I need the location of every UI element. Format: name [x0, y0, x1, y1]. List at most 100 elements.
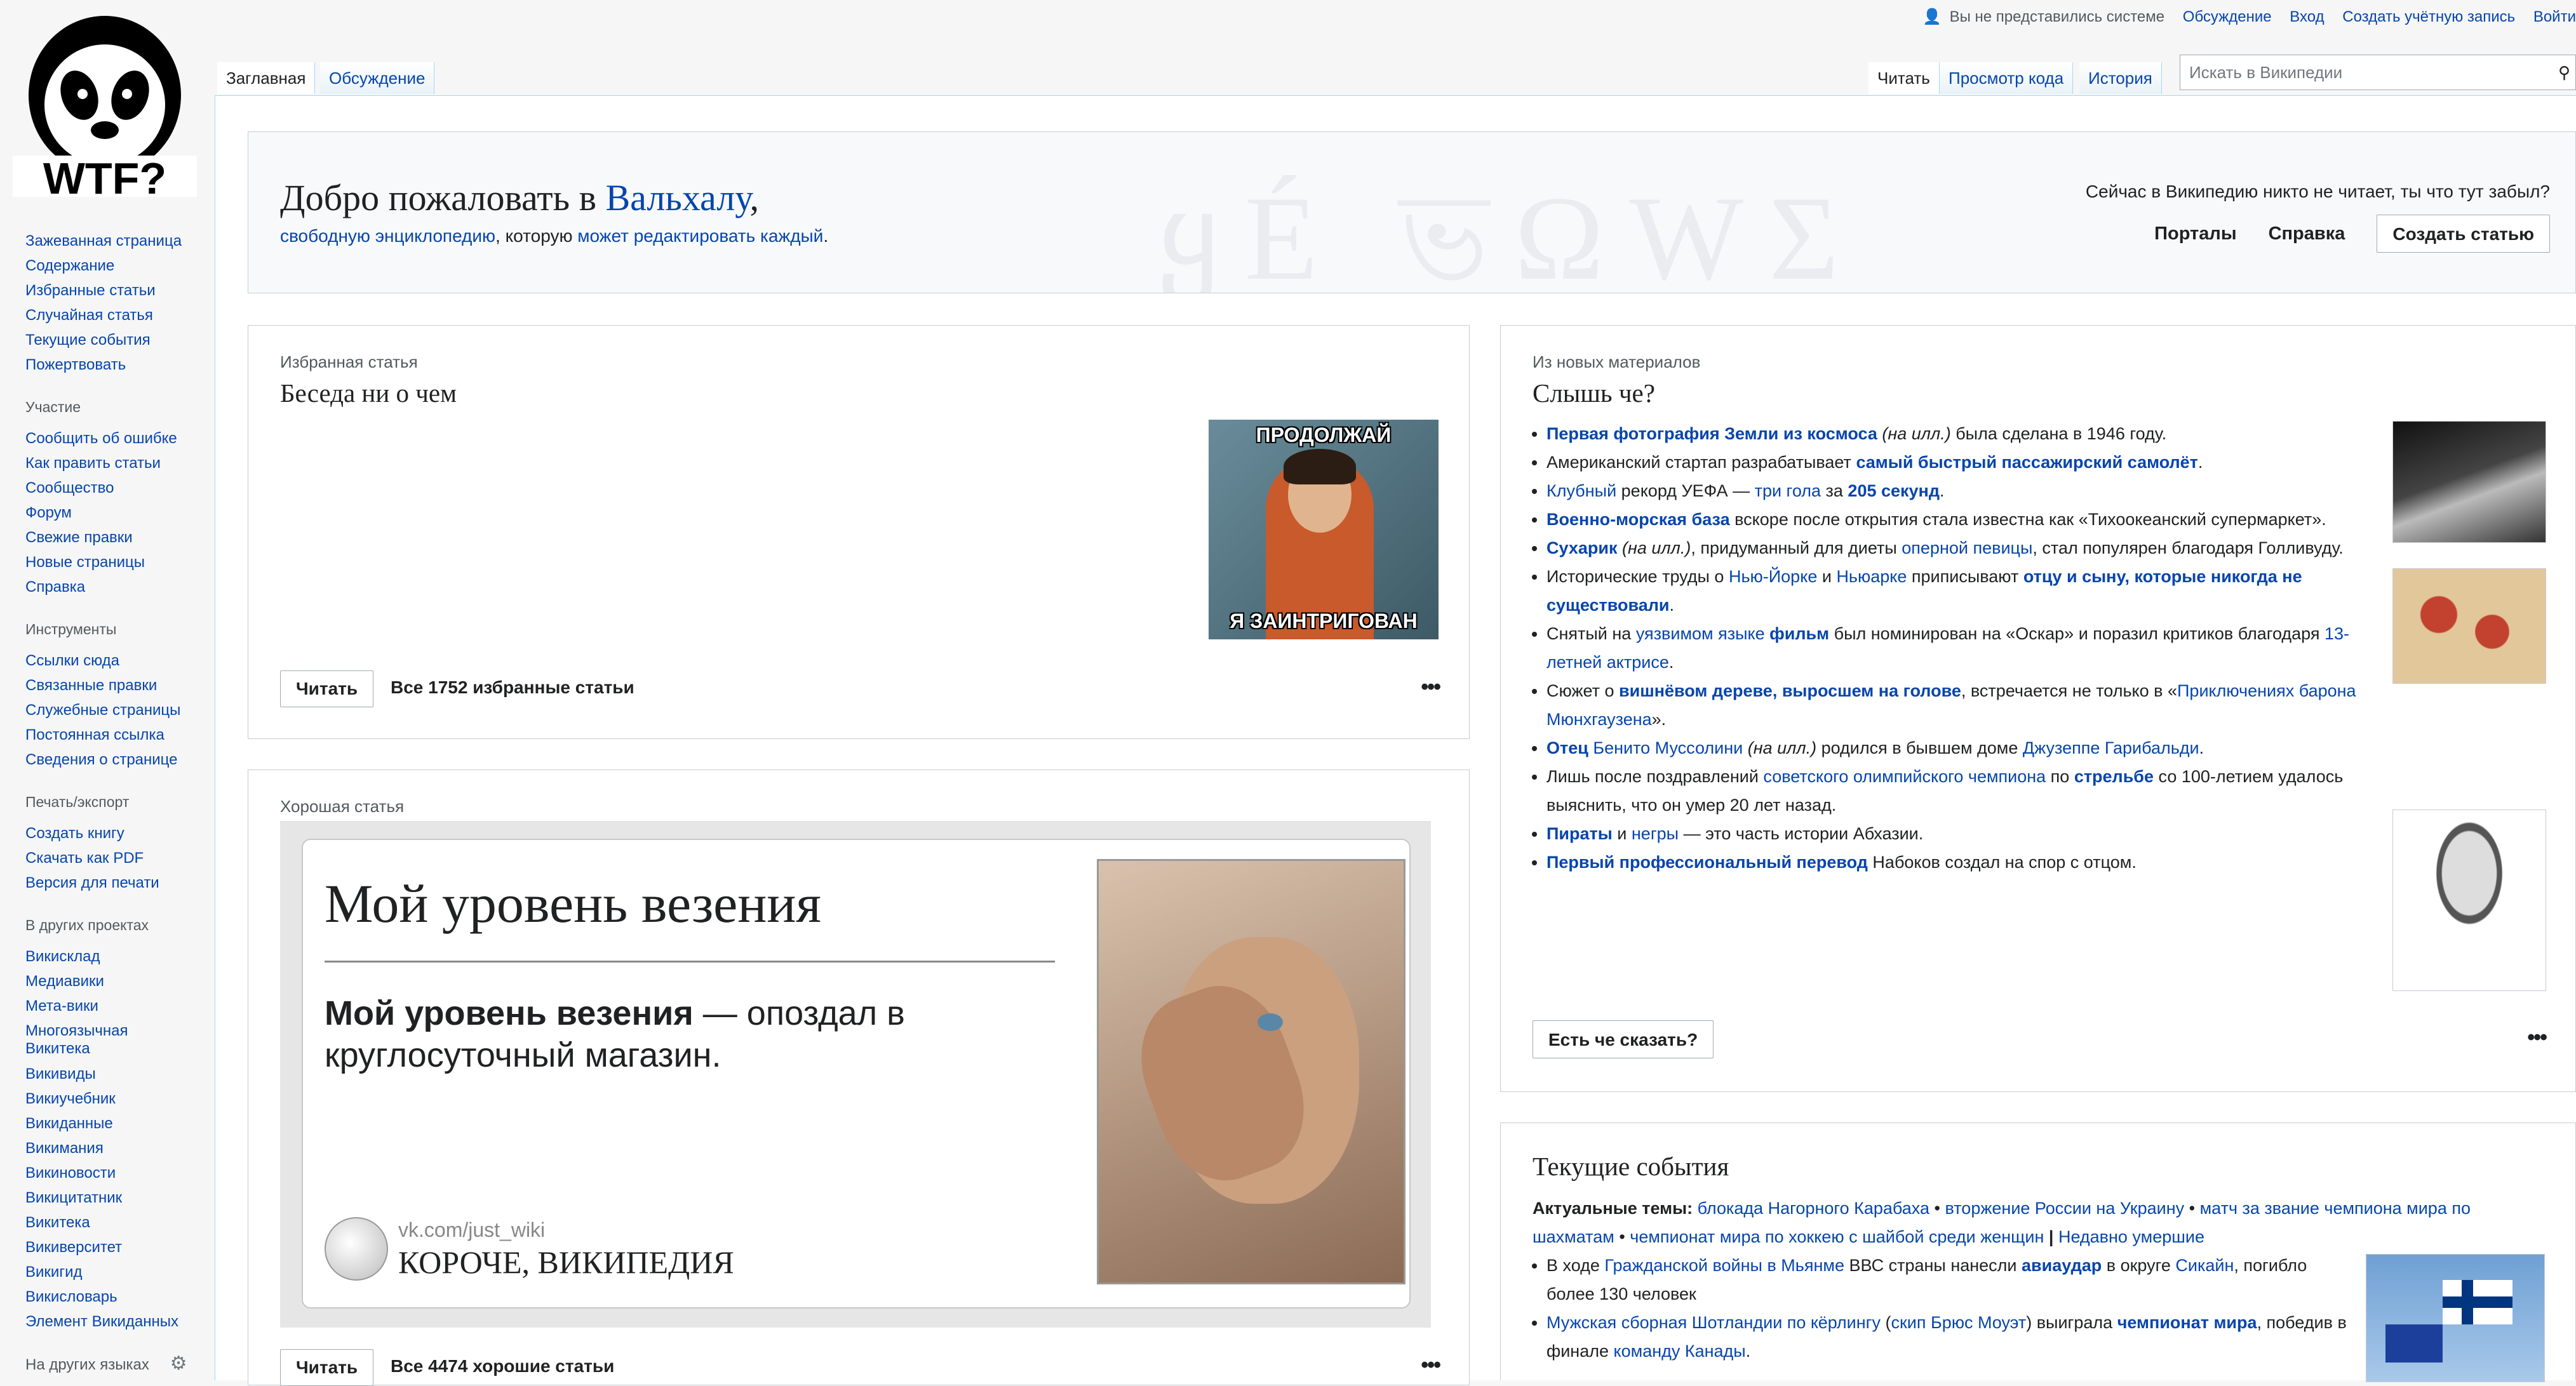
featured-more-icon[interactable]: ••• — [1421, 675, 1441, 700]
inline-link-bold[interactable]: фильм — [1769, 624, 1829, 643]
welcome-link[interactable]: Вальхалу — [605, 177, 749, 218]
inline-link-bold[interactable]: чемпионат мира — [2117, 1313, 2257, 1332]
good-article-meme-card[interactable]: Мой уровень везения Мой уровень везения … — [280, 821, 1431, 1328]
sidebar-item-wikiversity[interactable]: Викиверситет — [25, 1235, 210, 1260]
sidebar-item-main-page[interactable]: Зажеванная страница — [25, 229, 210, 253]
sidebar-item-wiktionary[interactable]: Викисловарь — [25, 1284, 210, 1309]
inline-link[interactable]: негры — [1632, 824, 1679, 843]
inline-link[interactable]: Гражданской войны в Мьянме — [1604, 1256, 1844, 1275]
inline-link[interactable]: уязвимом языке — [1636, 624, 1765, 643]
login-link[interactable]: Вход — [2290, 8, 2324, 25]
inline-link[interactable]: Джузеппе Гарибальди — [2023, 738, 2199, 757]
inline-link[interactable]: советского олимпийского чемпиона — [1763, 767, 2046, 786]
good-read-button[interactable]: Читать — [280, 1349, 374, 1386]
flags-photo[interactable] — [2366, 1254, 2545, 1382]
earth-from-space-photo[interactable] — [2392, 421, 2546, 543]
topic-karabakh[interactable]: блокада Нагорного Карабаха — [1698, 1199, 1929, 1218]
sidebar-item-wikidata-item[interactable]: Элемент Викиданных — [25, 1309, 210, 1334]
inline-link[interactable]: Клубный — [1546, 481, 1616, 500]
sidebar-item-permalink[interactable]: Постоянная ссылка — [25, 723, 210, 747]
sidebar-item-page-info[interactable]: Сведения о странице — [25, 747, 210, 772]
featured-all-link[interactable]: Все 1752 избранные статьи — [391, 677, 634, 698]
topic-ukraine[interactable]: вторжение России на Украину — [1945, 1199, 2184, 1218]
sidebar-item-recent-changes[interactable]: Свежие правки — [25, 525, 210, 550]
login-link-2[interactable]: Войти — [2533, 8, 2576, 25]
cake-photo[interactable] — [2392, 568, 2546, 684]
my-talk-link[interactable]: Обсуждение — [2183, 8, 2272, 25]
sidebar-item-how-to-edit[interactable]: Как править статьи — [25, 451, 210, 476]
tab-read[interactable]: Читать — [1868, 62, 1940, 94]
sidebar-item-donate[interactable]: Пожертвовать — [25, 352, 210, 377]
search-input[interactable]: Искать в Википедии ⚲ — [2180, 55, 2576, 90]
create-account-link[interactable]: Создать учётную запись — [2342, 8, 2515, 25]
inline-link-bold[interactable]: Первая фотография Земли из космоса — [1546, 424, 1877, 443]
topic-hockey[interactable]: чемпионат мира по хоккею с шайбой среди … — [1630, 1227, 2044, 1246]
dyk-suggest-button[interactable]: Есть че сказать? — [1533, 1020, 1714, 1058]
tab-talk[interactable]: Обсуждение — [320, 62, 435, 94]
sidebar-item-download-pdf[interactable]: Скачать как PDF — [25, 846, 210, 870]
featured-title[interactable]: Беседа ни о чем — [280, 378, 457, 408]
tab-history[interactable]: История — [2079, 62, 2162, 94]
sidebar-item-wikisource[interactable]: Викитека — [25, 1210, 210, 1235]
sidebar-item-meta[interactable]: Мета-вики — [25, 994, 210, 1018]
sidebar-item-help[interactable]: Справка — [25, 575, 210, 599]
inline-link[interactable]: Ньюарке — [1836, 567, 1907, 586]
tab-main-page[interactable]: Заглавная — [217, 62, 316, 94]
inline-link-bold[interactable]: Первый профессиональный перевод — [1546, 853, 1868, 872]
sidebar-item-current-events[interactable]: Текущие события — [25, 328, 210, 352]
good-all-link[interactable]: Все 4474 хорошие статьи — [391, 1356, 614, 1376]
sidebar-item-wikimania[interactable]: Викимания — [25, 1136, 210, 1161]
inline-link-bold[interactable]: Военно-морская база — [1546, 510, 1730, 529]
sidebar-item-forum[interactable]: Форум — [25, 500, 210, 525]
sidebar-item-wikiquote[interactable]: Викицитатник — [25, 1185, 210, 1210]
sidebar-item-printable[interactable]: Версия для печати — [25, 870, 210, 895]
inline-link[interactable]: Нью-Йорке — [1729, 567, 1817, 586]
inline-link-bold[interactable]: 205 секунд — [1848, 481, 1940, 500]
sidebar-item-wikispecies[interactable]: Викивиды — [25, 1062, 210, 1086]
inline-link[interactable]: команду Канады — [1614, 1342, 1746, 1361]
sidebar-item-related-changes[interactable]: Связанные правки — [25, 673, 210, 698]
tab-view-source[interactable]: Просмотр кода — [1940, 62, 2074, 94]
good-more-icon[interactable]: ••• — [1421, 1353, 1441, 1378]
sidebar-item-random[interactable]: Случайная статья — [25, 303, 210, 328]
portals-link[interactable]: Порталы — [2154, 223, 2236, 244]
inline-link[interactable]: оперной певицы — [1902, 538, 2032, 557]
inline-link[interactable]: три гола — [1755, 481, 1821, 500]
sidebar-item-multilingual-wikisource[interactable]: Многоязычная Викитека — [25, 1018, 152, 1062]
inline-link[interactable]: Мужская сборная Шотландии по кёрлингу — [1546, 1313, 1881, 1332]
sidebar-item-new-pages[interactable]: Новые страницы — [25, 550, 210, 575]
sidebar-item-community[interactable]: Сообщество — [25, 476, 210, 500]
inline-link-bold[interactable]: Сухарик — [1546, 538, 1617, 557]
free-encyclopedia-link[interactable]: свободную энциклопедию — [280, 226, 495, 246]
inline-link-bold[interactable]: самый быстрый пассажирский самолёт — [1856, 453, 2197, 472]
sidebar-item-report-error[interactable]: Сообщить об ошибке — [25, 426, 210, 451]
sidebar-item-what-links-here[interactable]: Ссылки сюда — [25, 648, 210, 673]
inline-link[interactable]: скип Брюс Моуэт — [1891, 1313, 2026, 1332]
help-link[interactable]: Справка — [2269, 223, 2345, 244]
create-article-button[interactable]: Создать статью — [2377, 215, 2550, 253]
sidebar-item-featured[interactable]: Избранные статьи — [25, 278, 210, 303]
recent-deaths-link[interactable]: Недавно умершие — [2058, 1227, 2204, 1246]
search-icon[interactable]: ⚲ — [2558, 55, 2570, 90]
inline-link-bold[interactable]: Пираты — [1546, 824, 1613, 843]
sidebar-item-wikivoyage[interactable]: Викигид — [25, 1260, 210, 1284]
site-logo[interactable]: WTF? — [13, 0, 197, 203]
sidebar-item-wikibooks[interactable]: Викиучебник — [25, 1086, 210, 1111]
anyone-can-edit-link[interactable]: может редактировать каждый — [577, 226, 823, 246]
inline-link-bold[interactable]: вишнёвом дереве, выросшем на голове — [1619, 681, 1961, 700]
sidebar-item-special-pages[interactable]: Служебные страницы — [25, 698, 210, 723]
inline-link-bold[interactable]: стрельбе — [2074, 767, 2154, 786]
sidebar-item-contents[interactable]: Содержание — [25, 253, 210, 278]
inline-link-bold[interactable]: Отец — [1546, 738, 1588, 757]
inline-link[interactable]: Бенито Муссолини — [1593, 738, 1743, 757]
sidebar-item-create-book[interactable]: Создать книгу — [25, 821, 210, 846]
dyk-more-icon[interactable]: ••• — [2527, 1025, 2547, 1050]
inline-link-bold[interactable]: авиаудар — [2022, 1256, 2102, 1275]
inline-link[interactable]: Сикайн — [2175, 1256, 2234, 1275]
featured-read-button[interactable]: Читать — [280, 670, 374, 707]
featured-meme-image[interactable]: ПРОДОЛЖАЙ Я ЗАИНТРИГОВАН — [1209, 420, 1439, 639]
portrait-photo[interactable] — [2392, 810, 2546, 991]
sidebar-item-wikinews[interactable]: Викиновости — [25, 1161, 210, 1185]
languages-gear-icon[interactable]: ⚙ — [170, 1353, 187, 1374]
sidebar-item-commons[interactable]: Викисклад — [25, 944, 210, 969]
